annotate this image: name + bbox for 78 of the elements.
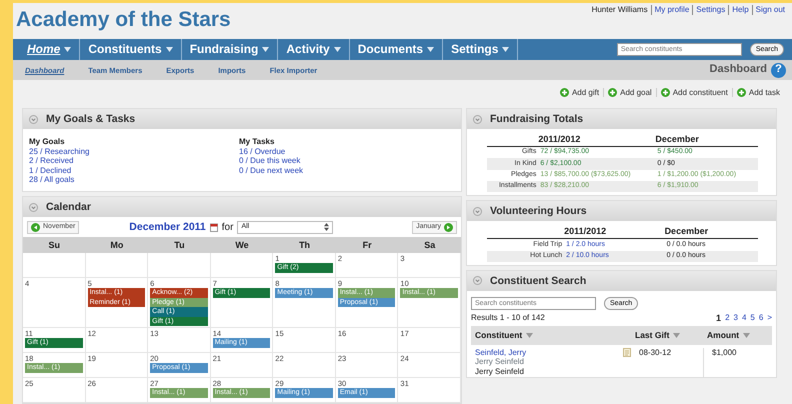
goal-link[interactable]: 2 / Received [29,156,239,166]
goal-link[interactable]: 0 / Due this week [239,156,449,166]
panel-title: Calendar [46,200,91,214]
constituent-contact: Jerry Seinfeld [475,366,525,377]
column-heading[interactable]: Constituent [471,326,631,345]
page-title: Dashboard [710,63,767,77]
plus-icon [608,88,618,97]
header-link[interactable]: Settings [692,5,728,15]
page-link[interactable]: 1 [716,312,722,324]
table-cell-text: 08-30-12 [638,348,672,359]
results-count: Results 1 - 10 of 142 [471,312,545,324]
panel-title: Volunteering Hours [490,205,587,218]
header-link[interactable]: Help [728,5,752,15]
month-title: December 2011 [129,221,206,234]
add-link[interactable]: Add goal [603,88,656,98]
caret-icon [262,47,270,52]
page-link[interactable]: 5 [750,312,755,324]
header-link[interactable]: My profile [650,5,692,15]
weekday-heading: Fr [336,237,398,253]
select-arrows-icon [324,223,330,232]
page-link[interactable]: 6 [758,312,764,324]
add-link[interactable]: Add gift [556,88,604,98]
back-arrow-icon[interactable] [31,223,40,232]
collapse-icon[interactable] [29,114,38,124]
column-heading: 2011/2012 [538,133,656,146]
plus-icon [660,88,670,97]
page-link[interactable]: > [767,312,772,324]
panel-title: Constituent Search [490,274,586,288]
constituent-link[interactable]: Seinfeld, Jerry [475,348,526,358]
panel-title: My Goals & Tasks [46,112,136,126]
for-label: for [222,222,234,234]
caret-icon [743,332,750,338]
caret-icon [526,332,534,338]
add-link[interactable]: Add task [732,88,784,98]
weekday-heading: Su [23,237,86,253]
column-heading: 2011/2012 [564,225,665,239]
weekday-heading: Sa [398,237,461,253]
user-name: Hunter Williams [592,5,649,15]
collapse-icon[interactable] [473,276,482,286]
constituent-alias: Jerry Seinfeld [475,357,525,367]
plus-icon [736,88,746,97]
caret-icon [334,47,341,52]
goal-link[interactable]: 1 / Declined [29,166,239,176]
caret-icon [166,47,173,52]
column-heading: December [655,133,758,146]
help-icon[interactable]: ? [771,62,786,78]
column-heading[interactable]: Amount [703,326,772,345]
column-heading: December [664,225,758,239]
collapse-icon[interactable] [473,206,482,216]
weekday-heading: We [210,237,274,253]
add-link[interactable]: Add constituent [656,88,732,98]
header-link[interactable]: Sign out [752,5,788,15]
note-icon[interactable] [623,348,631,357]
goal-link[interactable]: 25 / Researching [29,146,239,156]
caret-icon [64,47,72,52]
caret-icon [427,47,434,52]
forward-arrow-icon[interactable] [444,223,453,232]
goal-link[interactable]: 28 / All goals [29,175,239,185]
page-link[interactable]: 3 [734,312,738,324]
caret-icon [502,47,510,52]
panel-title: Fundraising Totals [490,112,584,126]
plus-icon [560,88,569,97]
collapse-icon[interactable] [29,202,38,212]
calendar-icon[interactable] [210,223,218,232]
caret-icon [673,332,680,338]
weekday-heading: Mo [86,237,148,253]
page-link[interactable]: 4 [742,312,746,324]
goal-link[interactable]: 0 / Due next week [239,166,449,176]
column-heading: My Tasks [239,137,276,147]
page-link[interactable]: 2 [725,312,730,324]
table-cell: $1,000 [703,348,772,377]
app-title: Academy of the Stars [15,7,231,33]
weekday-heading: Th [273,237,336,253]
column-heading: My Goals [29,137,66,147]
goal-link[interactable]: 16 / Overdue [239,146,449,156]
column-heading[interactable]: Last Gift [631,326,703,345]
weekday-heading: Tu [148,237,211,253]
collapse-icon[interactable] [473,114,482,124]
